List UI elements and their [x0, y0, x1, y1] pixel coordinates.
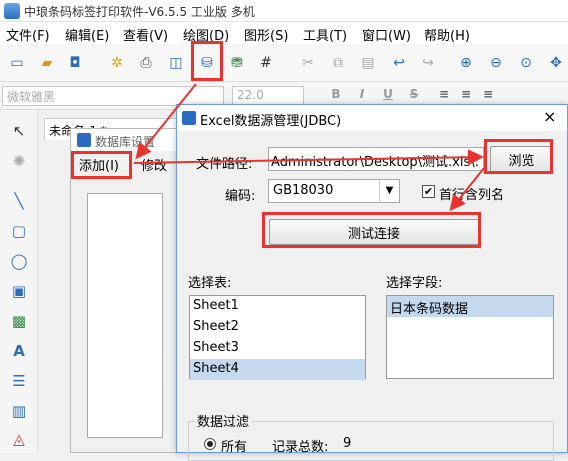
rectangle-icon[interactable]: ▢ [8, 220, 30, 242]
zoom-fit-icon[interactable]: ⊙ [515, 52, 537, 74]
encoding-label: 编码: [225, 189, 256, 204]
table-item[interactable]: Sheet3 [190, 338, 365, 359]
barcode-icon[interactable]: ▥ [8, 400, 30, 422]
rich-text-icon[interactable]: ☰ [8, 370, 30, 392]
database-settings-window: 数据库设置 添加(I) 修改 [70, 128, 181, 453]
line-icon[interactable]: ╲ [8, 190, 30, 212]
zoom-out-icon[interactable]: ⊖ [485, 52, 507, 74]
dialog-title-bar: Excel数据源管理(JDBC) × [177, 105, 567, 131]
menu-shape[interactable]: 图形(S) [244, 25, 288, 44]
menu-file[interactable]: 文件(F) [6, 25, 50, 44]
table-item[interactable]: Sheet2 [190, 317, 365, 338]
open-icon[interactable]: ▰ [36, 52, 58, 74]
move-icon[interactable]: ✥ [545, 52, 567, 74]
print-icon[interactable]: ⎙ [135, 52, 157, 74]
data-source-list[interactable] [87, 193, 163, 438]
shape-icon[interactable]: ◬ [8, 428, 30, 450]
menu-bar: 文件(F) 编辑(E) 查看(V) 绘图(D) 图形(S) 工具(T) 窗口(W… [0, 22, 568, 44]
drawing-toolbar: ↖ ✺ ╲ ▢ ◯ ▣ ▩ A ☰ ▥ ◬ [0, 110, 38, 453]
text-icon[interactable]: A [8, 340, 30, 362]
database-icon[interactable]: ⛁ [196, 52, 218, 74]
menu-window[interactable]: 窗口(W) [362, 25, 411, 44]
table-item[interactable]: Sheet1 [190, 296, 365, 317]
edit-button[interactable]: 修改 [141, 155, 167, 174]
cut-icon[interactable]: ✂ [297, 52, 319, 74]
database-icon [77, 133, 91, 147]
save-icon[interactable]: ◘ [64, 52, 86, 74]
bold-button[interactable]: B [326, 87, 346, 105]
copy-icon[interactable]: ⧉ [327, 52, 349, 74]
record-count-value: 9 [343, 436, 352, 451]
database-link-icon[interactable]: ⛃ [226, 52, 248, 74]
table-item-selected[interactable]: Sheet4 [190, 359, 365, 380]
excel-datasource-dialog: Excel数据源管理(JDBC) × 文件路径: :\Administrator… [176, 104, 568, 461]
close-icon[interactable]: × [543, 107, 556, 126]
menu-view[interactable]: 查看(V) [123, 25, 168, 44]
undo-icon[interactable]: ↩ [388, 52, 410, 74]
pointer-icon[interactable]: ↖ [8, 120, 30, 142]
italic-button[interactable]: I [352, 87, 372, 105]
redo-icon[interactable]: ↪ [417, 52, 439, 74]
main-toolbar: ▭ ▰ ◘ ✲ ⎙ ◫ ⛁ ⛃ # ✂ ⧉ ▤ ↩ ↪ ⊕ ⊖ ⊙ ✥ [0, 44, 568, 82]
underline-button[interactable]: U [378, 87, 398, 105]
add-button[interactable]: 添加(I) [79, 155, 119, 174]
encoding-value: GB18030 [273, 183, 334, 198]
align-left-icon[interactable]: ≡ [434, 87, 454, 105]
table-list[interactable]: Sheet1 Sheet2 Sheet3 Sheet4 [189, 295, 366, 380]
dialog-title: Excel数据源管理(JDBC) [200, 114, 342, 129]
filter-all-radio[interactable] [204, 438, 216, 450]
test-connection-button[interactable]: 测试连接 [269, 219, 479, 245]
encoding-select[interactable]: GB18030 ▼ [268, 179, 400, 203]
image-icon[interactable]: ▣ [8, 280, 30, 302]
app-logo-icon [4, 3, 20, 19]
database-settings-buttons: 添加(I) 修改 [71, 151, 181, 177]
field-item[interactable]: 日本条码数据 [387, 296, 553, 317]
print-preview-icon[interactable]: ◫ [165, 52, 187, 74]
window-title: 中琅条码标签打印软件-V6.5.5 工业版 多机 [24, 5, 255, 19]
field-list[interactable]: 日本条码数据 [386, 295, 554, 379]
radio-dot-icon [207, 441, 213, 447]
record-count-label: 记录总数: [272, 440, 329, 455]
select-field-label: 选择字段: [386, 276, 443, 291]
header-checkbox-label: 首行含列名 [439, 188, 505, 203]
menu-help[interactable]: 帮助(H) [424, 25, 470, 44]
menu-edit[interactable]: 编辑(E) [65, 25, 109, 44]
file-path-input[interactable]: :\Administrator\Desktop\测试.xls [268, 147, 484, 171]
align-center-icon[interactable]: ≡ [456, 87, 476, 105]
browse-button[interactable]: 浏览 [490, 146, 553, 173]
paste-icon[interactable]: ▤ [357, 52, 379, 74]
select-table-label: 选择表: [188, 276, 232, 291]
settings-icon[interactable]: ✲ [106, 52, 128, 74]
filter-label: 数据过滤 [195, 411, 252, 430]
font-size-select[interactable]: 22.0 [232, 86, 304, 106]
database-icon [182, 111, 196, 125]
rotate-icon[interactable]: ✺ [8, 150, 30, 172]
file-path-label: 文件路径: [196, 157, 253, 172]
header-checkbox[interactable]: ✔ [422, 185, 435, 198]
grid-icon[interactable]: # [255, 52, 277, 74]
zoom-in-icon[interactable]: ⊕ [455, 52, 477, 74]
menu-tools[interactable]: 工具(T) [303, 25, 347, 44]
font-name-select[interactable]: 微软雅黑 [2, 86, 224, 106]
ellipse-icon[interactable]: ◯ [8, 250, 30, 272]
title-bar: 中琅条码标签打印软件-V6.5.5 工业版 多机 [0, 0, 568, 22]
picture-icon[interactable]: ▩ [8, 310, 30, 332]
filter-all-label: 所有 [221, 440, 248, 455]
align-right-icon[interactable]: ≡ [478, 87, 498, 105]
menu-draw[interactable]: 绘图(D) [183, 25, 229, 44]
new-icon[interactable]: ▭ [6, 52, 28, 74]
strike-button[interactable]: S [404, 87, 424, 105]
chevron-down-icon[interactable]: ▼ [379, 180, 399, 202]
